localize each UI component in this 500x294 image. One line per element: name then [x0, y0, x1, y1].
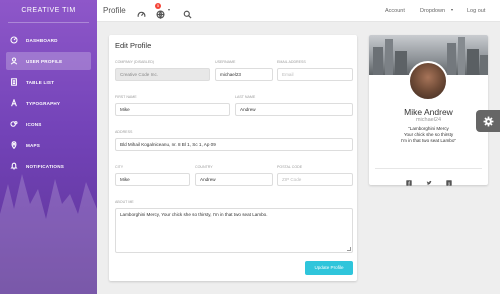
search-icon[interactable] [183, 6, 193, 19]
facebook-icon[interactable] [406, 173, 414, 186]
edit-profile-card: Edit Profile Company (disabled) Creative… [109, 35, 357, 281]
account-link[interactable]: Account [385, 0, 405, 22]
username-label: Username [215, 60, 236, 64]
address-field[interactable]: Bld Mihail Kogalniceanu, nr. 8 Bl 1, Sc … [115, 138, 353, 151]
chevron-down-icon [168, 9, 170, 11]
email-label: Email address [277, 60, 306, 64]
dashboard-icon[interactable] [137, 6, 147, 17]
svg-text:g: g [448, 181, 450, 185]
avatar [408, 61, 448, 101]
first-name-label: First Name [115, 95, 137, 99]
country-label: Country [195, 165, 213, 169]
top-navbar: Profile 5 Account Dropdown Log out [97, 0, 500, 22]
settings-tab[interactable] [476, 110, 500, 132]
user-profile-card: Mike Andrew michael24 "Lamborghini Mercy… [369, 35, 488, 186]
chevron-down-icon [451, 9, 453, 11]
sidebar-item-label: ICONS [26, 121, 42, 127]
twitter-icon[interactable] [426, 173, 434, 185]
gear-icon [483, 116, 493, 126]
divider [375, 168, 482, 169]
first-name-field[interactable]: Mike [115, 103, 230, 116]
email-field[interactable]: Email [277, 68, 353, 81]
company-field: Creative Code Inc. [115, 68, 210, 81]
card-title: Edit Profile [115, 41, 152, 50]
bio-line: I'm in that two seat Lambo" [400, 138, 457, 143]
city-label: City [115, 165, 124, 169]
sidebar-item-label: NOTIFICATIONS [26, 163, 64, 169]
profile-bio: "Lamborghini Mercy Your chick she so thi… [369, 126, 488, 144]
postal-code-field[interactable]: ZIP Code [277, 173, 353, 186]
brand-divider [8, 22, 89, 23]
resize-handle[interactable] [347, 247, 351, 251]
sidebar-item-label: TYPOGRAPHY [26, 100, 61, 106]
sidebar-item-notifications[interactable]: NOTIFICATIONS [6, 157, 91, 175]
last-name-field[interactable]: Andrew [235, 103, 353, 116]
sidebar-item-label: USER PROFILE [26, 58, 63, 64]
bubble-icon [6, 115, 22, 133]
google-plus-icon[interactable]: g [446, 173, 454, 186]
profile-username: michael24 [415, 117, 442, 123]
sidebar-item-icons[interactable]: ICONS [6, 115, 91, 133]
city-field[interactable]: Mike [115, 173, 190, 186]
sidebar-item-label: MAPS [26, 142, 41, 148]
sidebar: CREATIVE TIM DASHBOARD USER PROFILE TABL… [0, 0, 97, 294]
brand-logo[interactable]: CREATIVE TIM [0, 0, 97, 22]
bell-icon [6, 157, 22, 175]
postal-code-label: Postal Code [277, 165, 303, 169]
username-field[interactable]: michael23 [215, 68, 273, 81]
dashboard-icon [6, 31, 22, 49]
map-pin-icon [6, 136, 22, 154]
company-label: Company (disabled) [115, 60, 155, 64]
profile-name: Mike Andrew [404, 107, 453, 117]
about-me-textarea[interactable]: Lamborghini Mercy, Your chick she so thi… [115, 208, 353, 253]
sidebar-item-table-list[interactable]: TABLE LIST [6, 73, 91, 91]
user-icon [6, 52, 22, 70]
country-field[interactable]: Andrew [195, 173, 273, 186]
about-me-text: Lamborghini Mercy, Your chick she so thi… [120, 212, 268, 217]
last-name-label: Last Name [235, 95, 256, 99]
address-label: Address [115, 130, 133, 134]
logout-link[interactable]: Log out [467, 0, 485, 22]
sidebar-item-maps[interactable]: MAPS [6, 136, 91, 154]
update-profile-button[interactable]: Update Profile [305, 261, 353, 275]
typography-icon [6, 94, 22, 112]
sidebar-item-label: DASHBOARD [26, 37, 58, 43]
sidebar-item-typography[interactable]: TYPOGRAPHY [6, 94, 91, 112]
sidebar-item-label: TABLE LIST [26, 79, 55, 85]
page-title: Profile [103, 6, 126, 15]
about-me-label: About Me [115, 200, 134, 204]
sidebar-item-dashboard[interactable]: DASHBOARD [6, 31, 91, 49]
sidebar-item-user-profile[interactable]: USER PROFILE [6, 52, 91, 70]
list-icon [6, 73, 22, 91]
notification-badge: 5 [155, 3, 161, 9]
dropdown-menu[interactable]: Dropdown [420, 0, 445, 22]
